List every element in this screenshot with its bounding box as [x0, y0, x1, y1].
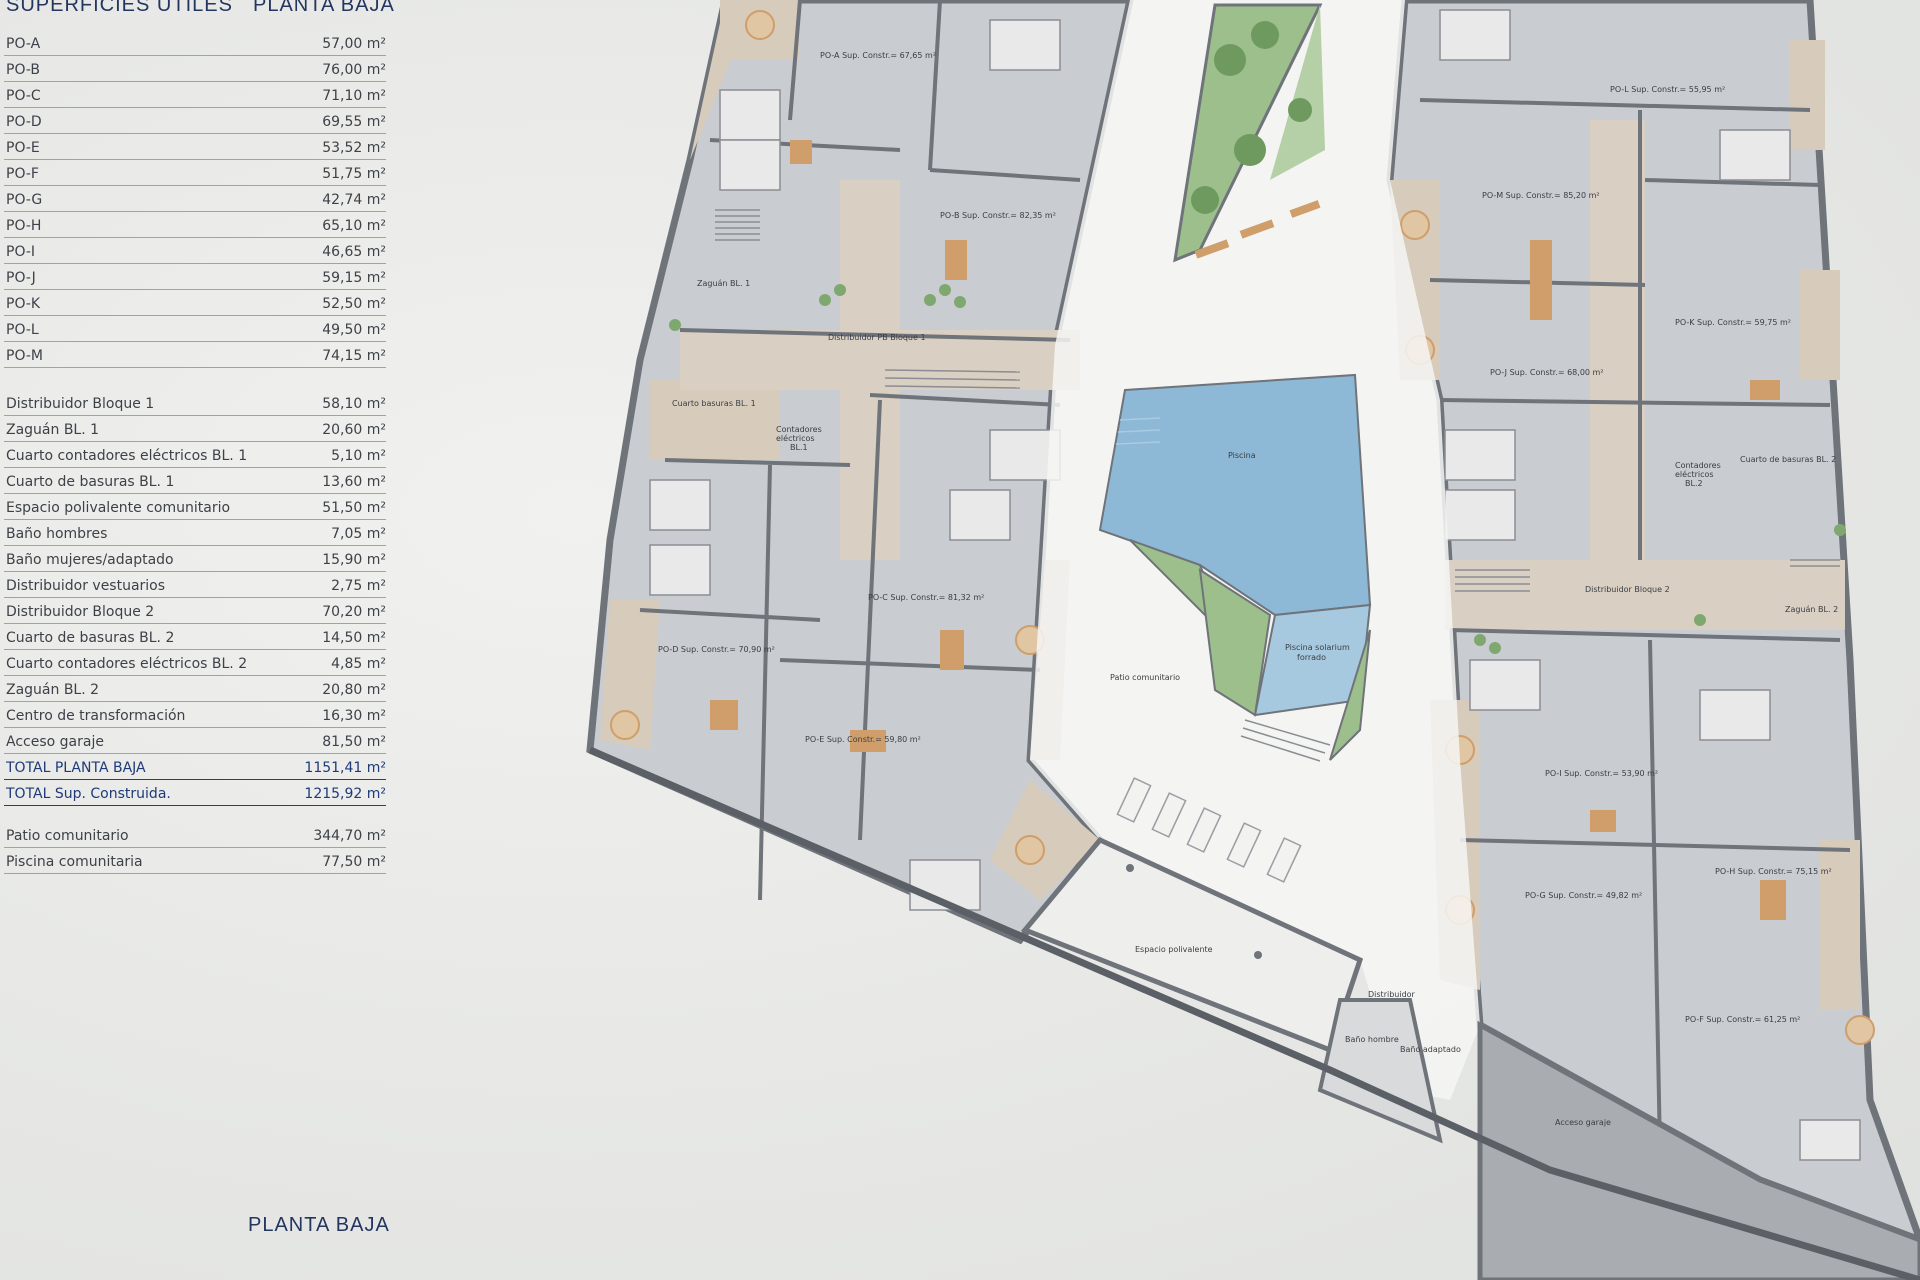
label-bano-a: Baño adaptado: [1400, 1045, 1461, 1054]
label-po-j: PO-J Sup. Constr.= 68,00 m²: [1490, 368, 1604, 377]
label-contadores-2c: BL.2: [1685, 479, 1703, 488]
label-basuras-2: Cuarto de basuras BL. 2: [1740, 455, 1836, 464]
label-po-k: PO-K Sup. Constr.= 59,75 m²: [1675, 318, 1791, 327]
label-po-l: PO-L Sup. Constr.= 55,95 m²: [1610, 85, 1725, 94]
label-piscina: Piscina: [1228, 451, 1256, 460]
label-po-h: PO-H Sup. Constr.= 75,15 m²: [1715, 867, 1832, 876]
label-po-a: PO-A Sup. Constr.= 67,65 m²: [820, 51, 936, 60]
label-distribuidor-1: Distribuidor PB Bloque 1: [828, 333, 926, 342]
label-po-e: PO-E Sup. Constr.= 59,80 m²: [805, 735, 921, 744]
label-contadores-2b: eléctricos: [1675, 469, 1714, 479]
label-po-g: PO-G Sup. Constr.= 49,82 m²: [1525, 891, 1642, 900]
label-contadores-1a: Contadores: [776, 425, 822, 434]
label-zaguan-1: Zaguán BL. 1: [697, 279, 750, 288]
label-piscina-solarium: Piscina solarium: [1285, 643, 1350, 652]
label-po-b: PO-B Sup. Constr.= 82,35 m²: [940, 211, 1056, 220]
label-po-f: PO-F Sup. Constr.= 61,25 m²: [1685, 1015, 1800, 1024]
label-bano-h: Baño hombre: [1345, 1035, 1399, 1044]
label-distribuidor-2: Distribuidor Bloque 2: [1585, 585, 1670, 594]
building-block-2: [1386, 0, 1920, 1244]
label-espacio: Espacio polivalente: [1135, 945, 1213, 954]
label-acceso: Acceso garaje: [1555, 1118, 1611, 1127]
label-piscina-solarium-2: forrado: [1297, 653, 1326, 662]
label-po-c: PO-C Sup. Constr.= 81,32 m²: [868, 593, 984, 602]
label-contadores-1c: BL.1: [790, 443, 808, 452]
label-po-m: PO-M Sup. Constr.= 85,20 m²: [1482, 191, 1600, 200]
label-distribuidor-v: Distribuidor: [1368, 990, 1416, 999]
label-po-d: PO-D Sup. Constr.= 70,90 m²: [658, 645, 775, 654]
floor-plan: PO-A Sup. Constr.= 67,65 m² PO-B Sup. Co…: [586, 0, 1920, 1280]
label-contadores-2a: Contadores: [1675, 461, 1721, 470]
label-basuras-1: Cuarto basuras BL. 1: [672, 399, 756, 408]
label-patio: Patio comunitario: [1110, 673, 1180, 682]
label-zaguan-2: Zaguán BL. 2: [1785, 605, 1838, 614]
label-contadores-1b: eléctricos: [776, 433, 815, 443]
label-po-i: PO-I Sup. Constr.= 53,90 m²: [1545, 769, 1658, 778]
